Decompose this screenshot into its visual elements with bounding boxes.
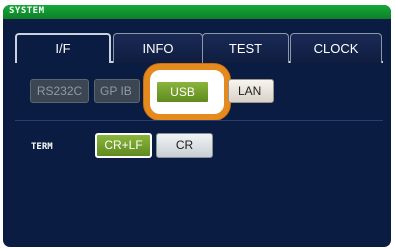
crlf-button[interactable]: CR+LF [95, 133, 152, 158]
tab-clock[interactable]: CLOCK [290, 33, 382, 63]
lan-button[interactable]: LAN [228, 79, 274, 103]
cr-button[interactable]: CR [156, 133, 213, 158]
system-screen: SYSTEM I/F INFO TEST CLOCK RS232C GP IB … [3, 5, 391, 247]
section-divider [15, 120, 383, 121]
rs232c-button[interactable]: RS232C [30, 79, 89, 103]
usb-button[interactable]: USB [155, 80, 210, 104]
window-title: SYSTEM [9, 6, 45, 16]
title-bar: SYSTEM [3, 5, 391, 19]
term-label: TERM [31, 142, 53, 152]
tab-if[interactable]: I/F [15, 33, 111, 63]
gpib-button[interactable]: GP IB [94, 79, 140, 103]
tab-info[interactable]: INFO [113, 33, 203, 63]
tab-test[interactable]: TEST [202, 33, 289, 63]
